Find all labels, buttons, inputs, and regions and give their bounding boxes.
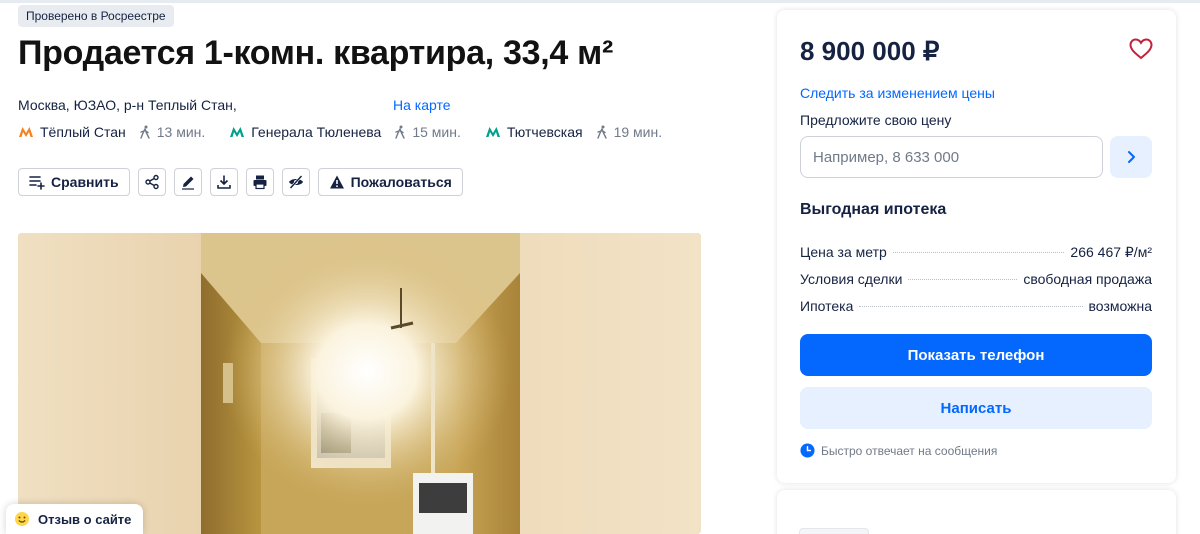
metro-icon	[230, 127, 245, 137]
write-message-button[interactable]: Написать	[800, 387, 1152, 429]
photo-blur-right	[520, 233, 701, 534]
fact-row: Цена за метр 266 467 ₽/м²	[800, 244, 1152, 271]
page-title: Продается 1-комн. квартира, 33,4 м²	[18, 34, 613, 72]
metro-item[interactable]: Генерала Тюленева 15 мин.	[229, 124, 461, 140]
fact-leader	[908, 279, 1018, 280]
follow-price-link[interactable]: Следить за изменением цены	[800, 85, 995, 101]
clock-icon	[800, 443, 815, 458]
metro-name: Тёплый Стан	[40, 124, 126, 140]
hide-icon	[288, 175, 303, 189]
download-button[interactable]	[209, 168, 238, 196]
fact-leader	[892, 252, 1065, 253]
secondary-card-stub	[799, 528, 869, 534]
metro-icon	[19, 127, 33, 137]
map-link[interactable]: На карте	[393, 97, 451, 113]
price: 8 900 000 ₽	[800, 36, 940, 66]
address: Москва, ЮЗАО, р-н Теплый Стан,	[18, 97, 237, 113]
walk-time: 13 мин.	[138, 124, 206, 140]
show-phone-button[interactable]: Показать телефон	[800, 334, 1152, 376]
metro-name: Тютчевская	[506, 124, 583, 140]
fact-key: Цена за метр	[800, 244, 887, 260]
print-icon	[253, 175, 267, 190]
offer-price-label: Предложите свою цену	[800, 112, 952, 128]
complain-button[interactable]: Пожаловаться	[317, 168, 463, 196]
edit-icon	[181, 176, 194, 190]
room-photo	[201, 233, 520, 534]
metro-item[interactable]: Тютчевская 19 мин.	[485, 124, 662, 140]
verified-badge: Проверено в Росреестре	[18, 5, 174, 27]
walk-time: 15 мин.	[393, 124, 461, 140]
favorite-heart-icon[interactable]	[1128, 36, 1154, 62]
fact-leader	[859, 306, 1083, 307]
fact-row: Условия сделки свободная продажа	[800, 271, 1152, 298]
compare-button[interactable]: Сравнить	[18, 168, 130, 196]
share-icon	[144, 174, 159, 190]
smile-icon	[15, 512, 29, 526]
walk-time-text: 19 мин.	[613, 124, 663, 140]
fact-key: Ипотека	[800, 298, 854, 314]
offer-submit-button[interactable]	[1110, 136, 1152, 178]
walk-time: 19 мин.	[595, 124, 663, 140]
share-button[interactable]	[137, 168, 166, 196]
photo-blur-left	[18, 233, 201, 534]
action-toolbar: Сравнить Пожаловаться	[18, 168, 471, 196]
top-border	[0, 0, 1200, 3]
metro-item[interactable]: Тёплый Стан 13 мин.	[18, 124, 205, 140]
feedback-label: Отзыв о сайте	[38, 511, 132, 527]
compare-icon	[29, 176, 45, 190]
print-button[interactable]	[245, 168, 274, 196]
download-icon	[216, 175, 231, 189]
fact-value: 266 467 ₽/м²	[1070, 244, 1152, 260]
secondary-card	[777, 490, 1176, 534]
metro-icon	[485, 127, 500, 137]
fact-value: возможна	[1088, 298, 1152, 314]
walk-time-text: 15 мин.	[412, 124, 461, 140]
reply-speed-text: Быстро отвечает на сообщения	[821, 443, 998, 458]
walk-icon	[395, 125, 406, 139]
compare-label: Сравнить	[51, 174, 119, 190]
metro-list: Тёплый Стан 13 мин. Генерала Тюленева 15…	[18, 123, 662, 141]
mortgage-title: Выгодная ипотека	[800, 201, 947, 218]
listing-photo[interactable]	[18, 233, 701, 534]
complain-label: Пожаловаться	[350, 174, 452, 190]
facts-list: Цена за метр 266 467 ₽/м² Условия сделки…	[800, 244, 1152, 325]
walk-icon	[596, 125, 607, 139]
hide-button[interactable]	[281, 168, 310, 196]
fact-row: Ипотека возможна	[800, 298, 1152, 325]
walk-time-text: 13 мин.	[156, 124, 206, 140]
edit-button[interactable]	[173, 168, 202, 196]
site-feedback-button[interactable]: Отзыв о сайте	[6, 504, 144, 534]
chevron-right-icon	[1128, 151, 1135, 163]
fact-value: свободная продажа	[1023, 271, 1152, 287]
reply-speed-note: Быстро отвечает на сообщения	[800, 443, 997, 458]
fact-key: Условия сделки	[800, 271, 903, 287]
metro-name: Генерала Тюленева	[251, 124, 382, 140]
walk-icon	[140, 125, 150, 139]
offer-price-input[interactable]	[800, 136, 1103, 178]
warning-icon	[329, 175, 344, 189]
